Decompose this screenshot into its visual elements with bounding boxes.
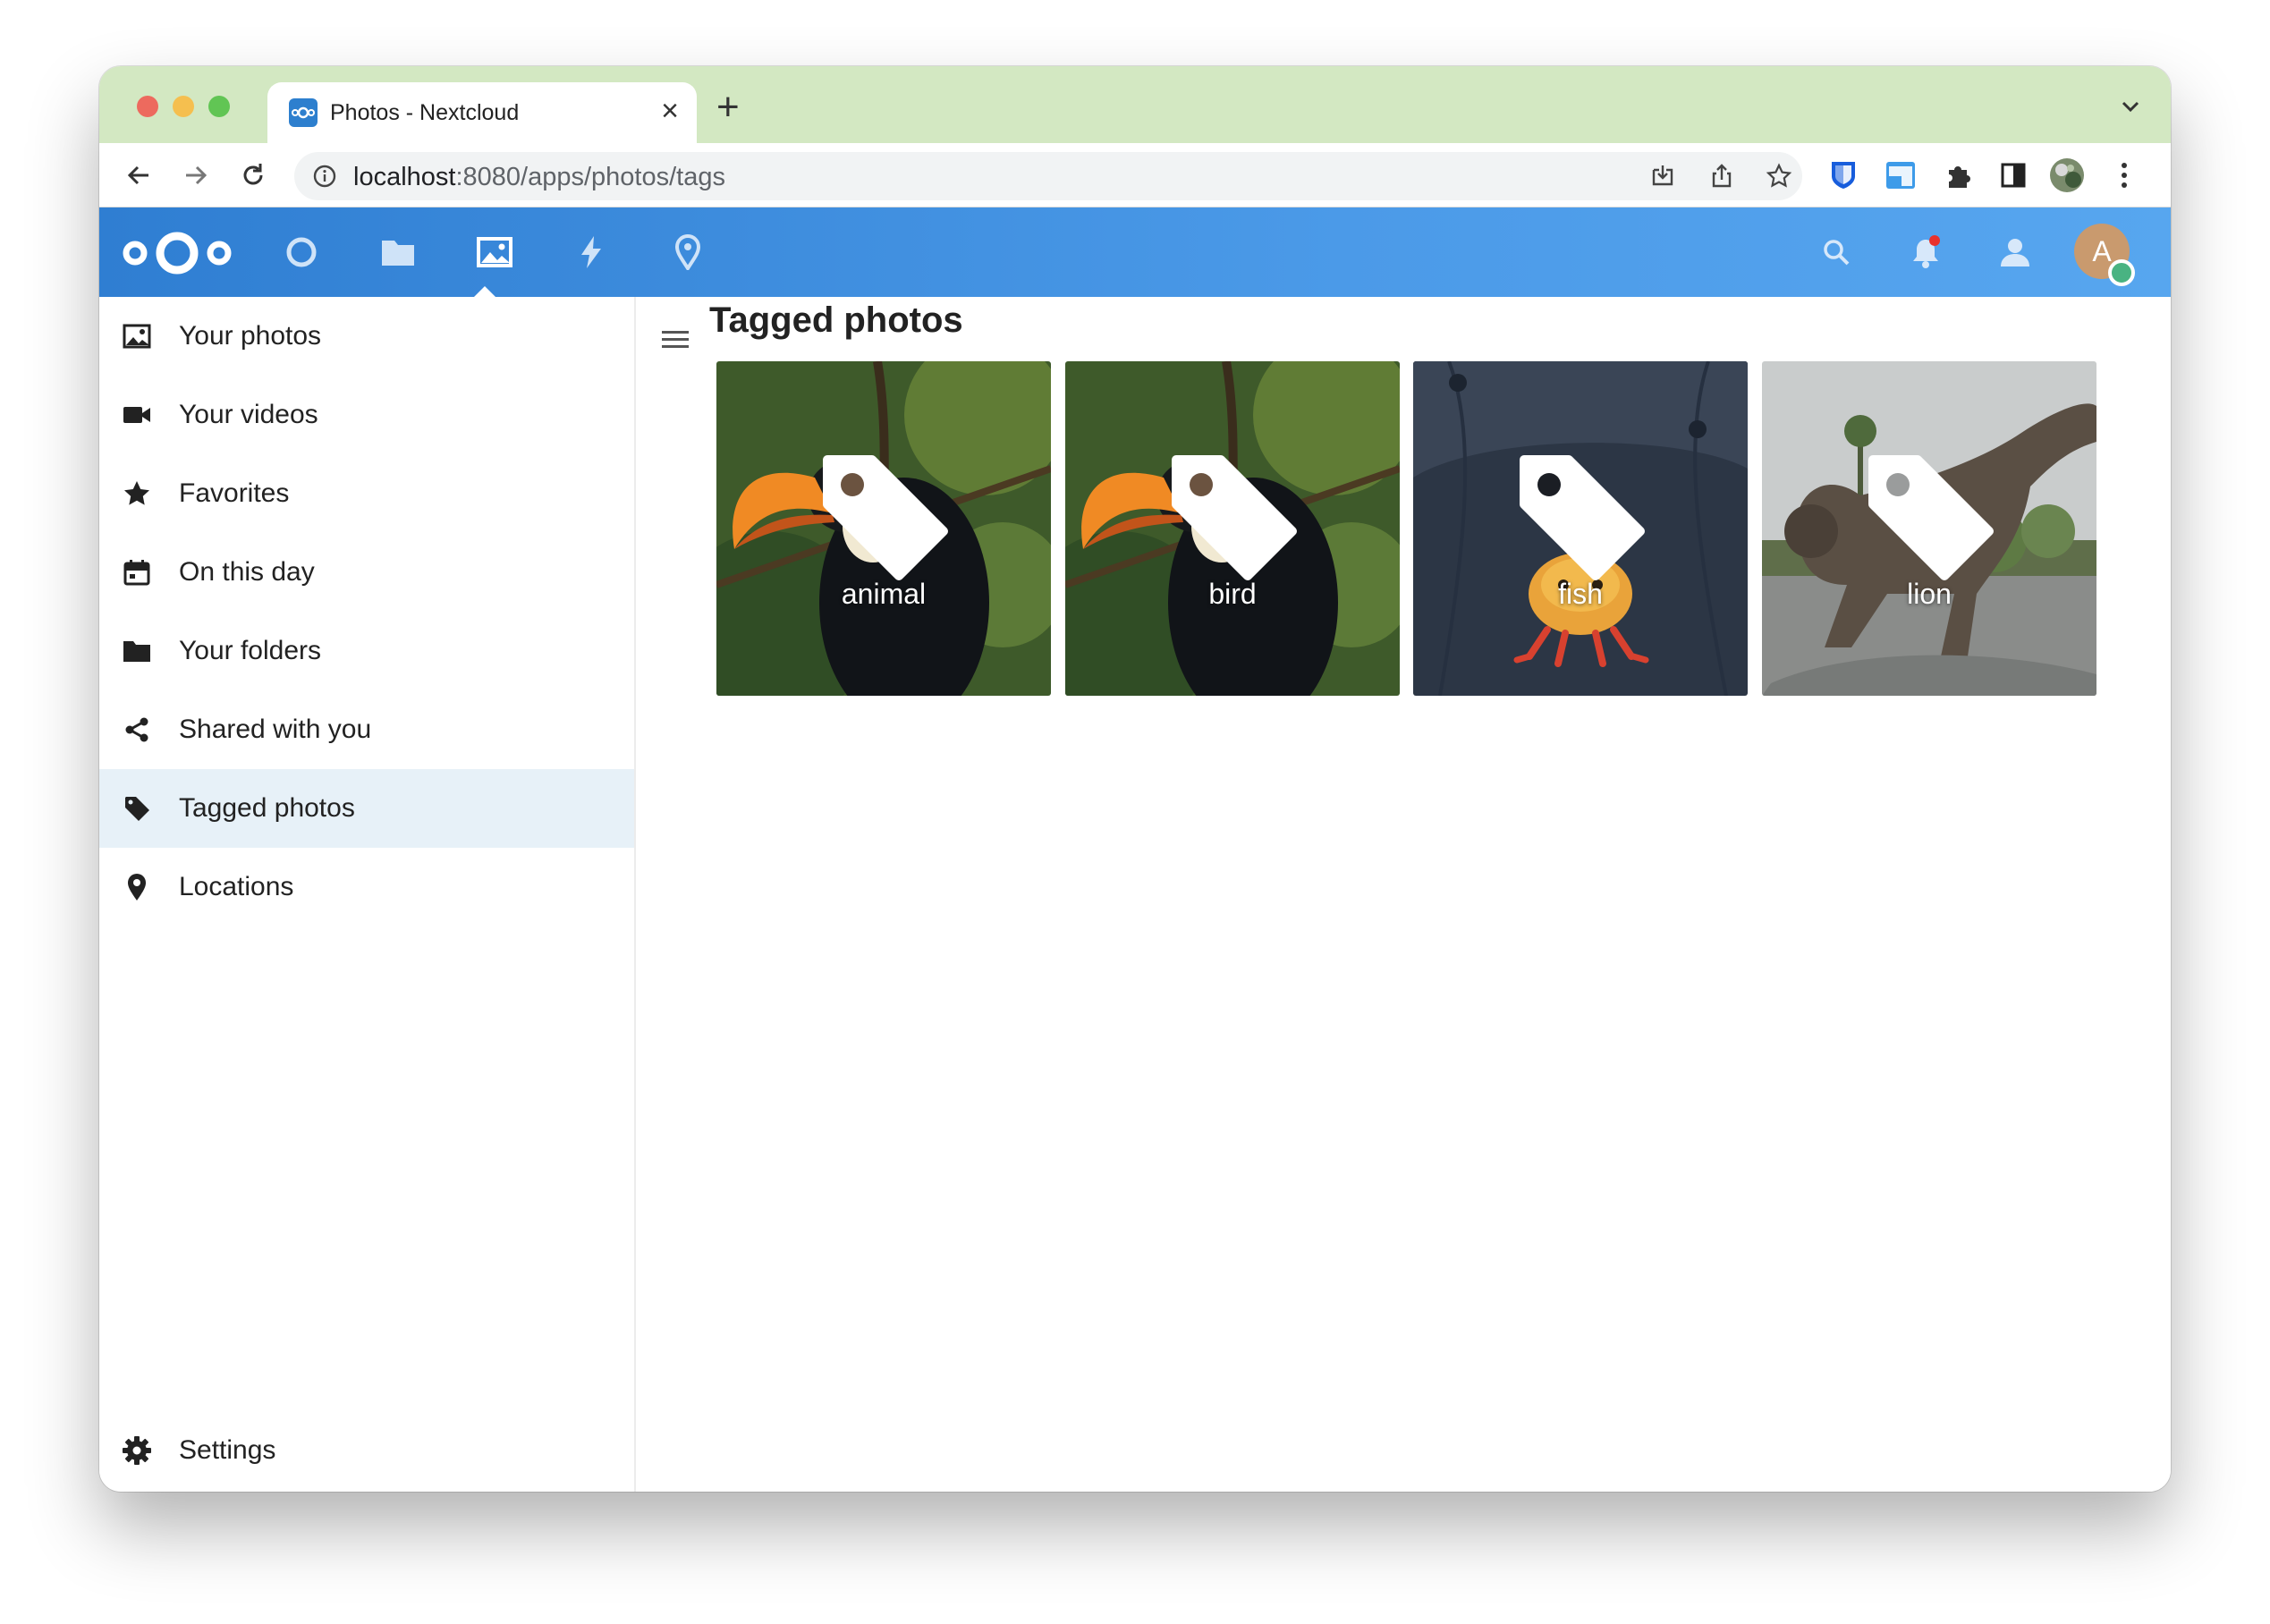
sidebar-item-your-photos[interactable]: Your photos — [99, 297, 634, 376]
sidebar-item-label: Shared with you — [179, 715, 372, 744]
search-icon[interactable] — [1818, 234, 1854, 270]
browser-toolbar: localhost:8080/apps/photos/tags — [99, 143, 2171, 207]
tag-tile-fish[interactable]: fish — [1413, 361, 1748, 696]
tag-tile-animal[interactable]: animal — [716, 361, 1051, 696]
dashboard-icon[interactable] — [282, 233, 321, 272]
tag-tile-bird[interactable]: bird — [1065, 361, 1400, 696]
info-icon[interactable] — [312, 164, 337, 189]
status-online-indicator — [2108, 259, 2135, 286]
sidebar-item-label: Your photos — [179, 321, 322, 351]
maximize-window-button[interactable] — [208, 96, 230, 117]
sidebar-item-label: Locations — [179, 872, 294, 901]
bookmark-star-icon[interactable] — [1765, 162, 1793, 190]
nextcloud-header: A — [99, 207, 2171, 299]
sidebar: Your photos Your videos Favorites On thi… — [99, 297, 636, 1492]
tab-strip: Photos - Nextcloud × + — [99, 66, 2171, 143]
browser-menu-icon[interactable] — [2106, 157, 2142, 193]
tag-icon — [1868, 455, 1994, 580]
url-text: localhost:8080/apps/photos/tags — [353, 163, 725, 192]
sidebar-item-your-folders[interactable]: Your folders — [99, 612, 634, 690]
tag-icon — [823, 455, 948, 580]
tag-label: fish — [1558, 578, 1603, 610]
notifications-bell-icon[interactable] — [1908, 234, 1944, 270]
files-icon[interactable] — [378, 233, 418, 272]
tag-icon — [1172, 455, 1297, 580]
share-icon — [121, 714, 153, 746]
sidebar-item-shared-with-you[interactable]: Shared with you — [99, 690, 634, 769]
back-icon[interactable] — [121, 157, 157, 193]
address-bar[interactable]: localhost:8080/apps/photos/tags — [294, 152, 1802, 200]
url-path: :8080/apps/photos/tags — [455, 163, 725, 191]
sidebar-item-label: On this day — [179, 557, 315, 587]
extensions-puzzle-icon[interactable] — [1940, 157, 1976, 193]
window-extension-icon[interactable] — [1883, 157, 1918, 193]
settings-button[interactable]: Settings — [99, 1411, 634, 1490]
sidebar-item-tagged-photos[interactable]: Tagged photos — [99, 769, 634, 848]
contacts-icon[interactable] — [1997, 234, 2033, 270]
tag-label: bird — [1208, 578, 1257, 610]
sidebar-item-favorites[interactable]: Favorites — [99, 454, 634, 533]
sidebar-item-label: Favorites — [179, 478, 290, 508]
profile-avatar-icon[interactable] — [2049, 157, 2085, 193]
tag-label: animal — [841, 578, 927, 610]
star-icon — [121, 478, 153, 510]
sidebar-item-locations[interactable]: Locations — [99, 848, 634, 926]
map-marker-icon — [121, 871, 153, 903]
gear-icon — [121, 1434, 153, 1467]
activity-icon[interactable] — [572, 233, 611, 272]
sidebar-item-your-videos[interactable]: Your videos — [99, 376, 634, 454]
bitwarden-extension-icon[interactable] — [1825, 157, 1861, 193]
nextcloud-logo-icon[interactable] — [121, 229, 233, 277]
browser-tab[interactable]: Photos - Nextcloud × — [267, 82, 697, 143]
tab-title: Photos - Nextcloud — [330, 100, 520, 125]
calendar-icon — [121, 556, 153, 588]
video-icon — [121, 399, 153, 431]
hamburger-menu-icon[interactable] — [659, 326, 691, 352]
minimize-window-button[interactable] — [173, 96, 194, 117]
settings-label: Settings — [179, 1435, 276, 1465]
tag-icon — [121, 792, 153, 825]
side-panel-icon[interactable] — [1995, 157, 2031, 193]
close-window-button[interactable] — [137, 96, 158, 117]
folder-icon — [121, 635, 153, 667]
sidebar-item-label: Tagged photos — [179, 793, 355, 823]
forward-icon[interactable] — [178, 157, 214, 193]
sidebar-item-label: Your videos — [179, 400, 318, 429]
main-content: Tagged photos animal bird fish lion — [636, 297, 2171, 1492]
tag-tile-lion[interactable]: lion — [1762, 361, 2096, 696]
maps-icon[interactable] — [668, 233, 707, 272]
page-title: Tagged photos — [709, 300, 963, 340]
tag-label: lion — [1907, 578, 1952, 610]
photos-icon[interactable] — [475, 233, 514, 272]
image-icon — [121, 320, 153, 352]
tag-icon — [1520, 455, 1645, 580]
chevron-down-icon[interactable] — [2117, 93, 2144, 120]
sidebar-item-on-this-day[interactable]: On this day — [99, 533, 634, 612]
reload-icon[interactable] — [235, 157, 271, 193]
install-icon[interactable] — [1648, 162, 1677, 190]
tab-close-icon[interactable]: × — [661, 93, 679, 129]
nextcloud-favicon-icon — [289, 98, 318, 127]
sidebar-item-label: Your folders — [179, 636, 321, 665]
url-host: localhost — [353, 163, 456, 191]
new-tab-button[interactable]: + — [716, 88, 740, 127]
browser-window: Photos - Nextcloud × + localhost:8080/ap… — [99, 66, 2171, 1492]
share-page-icon[interactable] — [1707, 162, 1736, 190]
